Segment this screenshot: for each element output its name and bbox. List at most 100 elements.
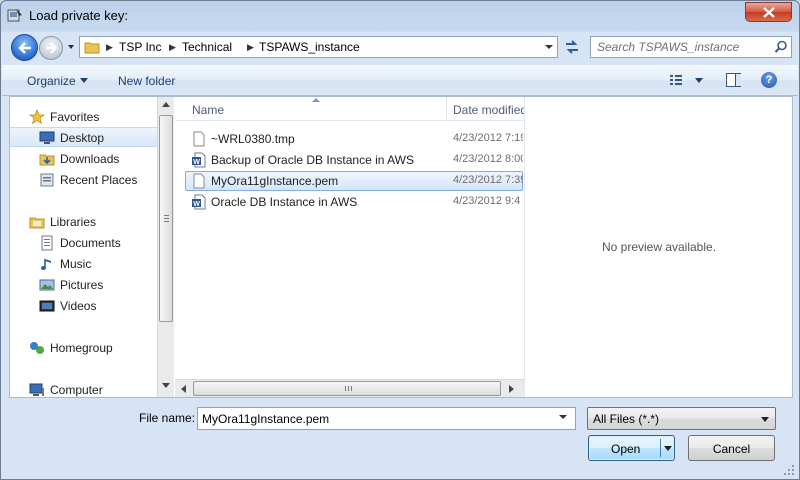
column-header-name[interactable]: Name <box>192 103 224 117</box>
file-name-combobox[interactable] <box>197 407 576 430</box>
cancel-button-label: Cancel <box>712 442 751 456</box>
open-options-dropdown-icon[interactable] <box>664 446 672 451</box>
open-button[interactable]: Open <box>588 435 675 461</box>
change-view-icon[interactable] <box>669 73 683 87</box>
pictures-icon <box>39 279 55 291</box>
file-dialog: Load private key: ▶ TSP Inc ▶ Technical … <box>0 0 800 480</box>
sidebar-item-music[interactable]: Music <box>10 254 157 274</box>
file-row[interactable]: ~WRL0380.tmp 4/23/2012 7:19 <box>185 129 523 149</box>
preview-pane-toggle-icon[interactable] <box>726 73 741 87</box>
scroll-down-icon[interactable] <box>162 383 170 388</box>
close-button[interactable] <box>745 2 792 22</box>
videos-icon <box>39 300 55 312</box>
app-icon <box>7 9 22 22</box>
sidebar-item-computer[interactable]: Computer <box>10 380 157 397</box>
file-row-selected[interactable]: MyOra11gInstance.pem 4/23/2012 7:39 <box>185 171 523 191</box>
sidebar-item-documents[interactable]: Documents <box>10 233 157 253</box>
breadcrumb-chevron-icon: ▶ <box>247 42 254 52</box>
search-icon[interactable] <box>774 40 788 54</box>
star-icon <box>29 109 45 125</box>
sidebar-item-label: Recent Places <box>60 173 138 187</box>
file-name-dropdown-icon[interactable] <box>559 413 567 421</box>
sidebar-item-label: Favorites <box>50 110 100 124</box>
close-icon <box>763 7 775 18</box>
address-dropdown-icon[interactable] <box>541 39 557 55</box>
new-folder-button[interactable]: New folder <box>118 74 175 88</box>
homegroup-icon <box>30 342 44 354</box>
organize-button[interactable]: Organize <box>27 74 76 88</box>
file-name-input[interactable] <box>202 411 542 427</box>
sidebar-item-pictures[interactable]: Pictures <box>10 275 157 295</box>
scrollbar-thumb[interactable] <box>193 381 501 396</box>
recent-pages-chevron-icon[interactable] <box>65 41 77 53</box>
sidebar-item-downloads[interactable]: Downloads <box>10 149 157 169</box>
scroll-up-icon[interactable] <box>162 102 170 107</box>
sidebar-item-videos[interactable]: Videos <box>10 296 157 316</box>
libraries-icon <box>29 217 45 229</box>
scrollbar-thumb[interactable] <box>159 115 173 322</box>
downloads-icon <box>39 154 55 166</box>
arrow-right-icon <box>46 42 57 54</box>
column-divider[interactable] <box>446 97 447 121</box>
navigation-scrollbar[interactable] <box>157 97 174 397</box>
view-options-dropdown-icon[interactable] <box>695 78 703 83</box>
sidebar-item-desktop[interactable]: Desktop <box>10 127 157 147</box>
sidebar-item-homegroup[interactable]: Homegroup <box>10 338 157 358</box>
sidebar-item-label: Videos <box>60 299 97 313</box>
breadcrumb-chevron-icon: ▶ <box>169 42 176 52</box>
sidebar-item-label: Computer <box>50 383 103 397</box>
svg-text:W: W <box>193 159 200 166</box>
scrollbar-grip <box>164 215 169 223</box>
svg-text:W: W <box>193 201 200 208</box>
back-button[interactable] <box>11 34 38 61</box>
file-type-value: All Files (*.*) <box>593 412 660 426</box>
preview-message: No preview available. <box>601 240 717 254</box>
scroll-right-icon[interactable] <box>509 385 514 393</box>
scrollbar-grip <box>345 386 353 391</box>
navigation-pane: Favorites Desktop Downloads Recent Place… <box>10 97 157 397</box>
file-row[interactable]: W Oracle DB Instance in AWS 4/23/2012 9:… <box>185 192 523 212</box>
file-name: ~WRL0380.tmp <box>211 132 295 146</box>
breadcrumb-segment[interactable]: TSP Inc <box>119 40 161 54</box>
blank-file-icon <box>193 173 205 189</box>
arrow-left-icon <box>18 42 31 54</box>
organize-dropdown-icon <box>80 78 88 83</box>
file-type-dropdown-icon <box>761 417 769 422</box>
word-doc-icon: W <box>192 194 206 210</box>
forward-button[interactable] <box>39 36 63 60</box>
file-date: 4/23/2012 9:4 <box>453 195 521 207</box>
resize-grip-icon[interactable] <box>783 464 795 476</box>
blank-file-icon <box>193 131 205 147</box>
open-button-label: Open <box>611 442 641 456</box>
breadcrumb-chevron-icon: ▶ <box>106 42 113 52</box>
file-date: 4/23/2012 7:19 <box>453 132 523 144</box>
sidebar-item-recent-places[interactable]: Recent Places <box>10 170 157 190</box>
file-list-horizontal-scrollbar[interactable] <box>175 379 524 397</box>
music-icon <box>41 259 51 270</box>
help-icon[interactable]: ? <box>761 72 777 88</box>
sidebar-item-label: Pictures <box>60 278 104 292</box>
file-list: Name Date modified ~WRL0380.tmp 4/23/201… <box>175 97 524 397</box>
file-name: MyOra11gInstance.pem <box>211 174 339 188</box>
search-box[interactable] <box>590 36 792 58</box>
search-input[interactable] <box>597 39 767 55</box>
sidebar-item-label: Libraries <box>50 215 97 229</box>
column-header-date-modified[interactable]: Date modified <box>453 103 524 117</box>
breadcrumb-segment[interactable]: Technical <box>182 40 232 54</box>
preview-pane: No preview available. <box>524 97 792 397</box>
browser-area: Favorites Desktop Downloads Recent Place… <box>9 96 793 398</box>
sidebar-item-label: Homegroup <box>50 341 113 355</box>
file-name: Oracle DB Instance in AWS <box>211 195 358 209</box>
cancel-button[interactable]: Cancel <box>688 435 775 461</box>
sidebar-item-libraries[interactable]: Libraries <box>10 212 157 232</box>
file-row[interactable]: W Backup of Oracle DB Instance in AWS 4/… <box>185 150 523 170</box>
column-headers: Name Date modified <box>175 97 524 121</box>
refresh-icon[interactable] <box>562 38 582 56</box>
file-type-select[interactable]: All Files (*.*) <box>587 407 776 430</box>
breadcrumb-segment[interactable]: TSPAWS_instance <box>259 40 360 54</box>
sidebar-item-label: Documents <box>60 236 121 250</box>
address-bar[interactable]: ▶ TSP Inc ▶ Technical ▶ TSPAWS_instance <box>79 36 558 58</box>
scroll-left-icon[interactable] <box>181 385 186 393</box>
sidebar-item-favorites[interactable]: Favorites <box>10 107 157 127</box>
documents-icon <box>41 235 53 251</box>
